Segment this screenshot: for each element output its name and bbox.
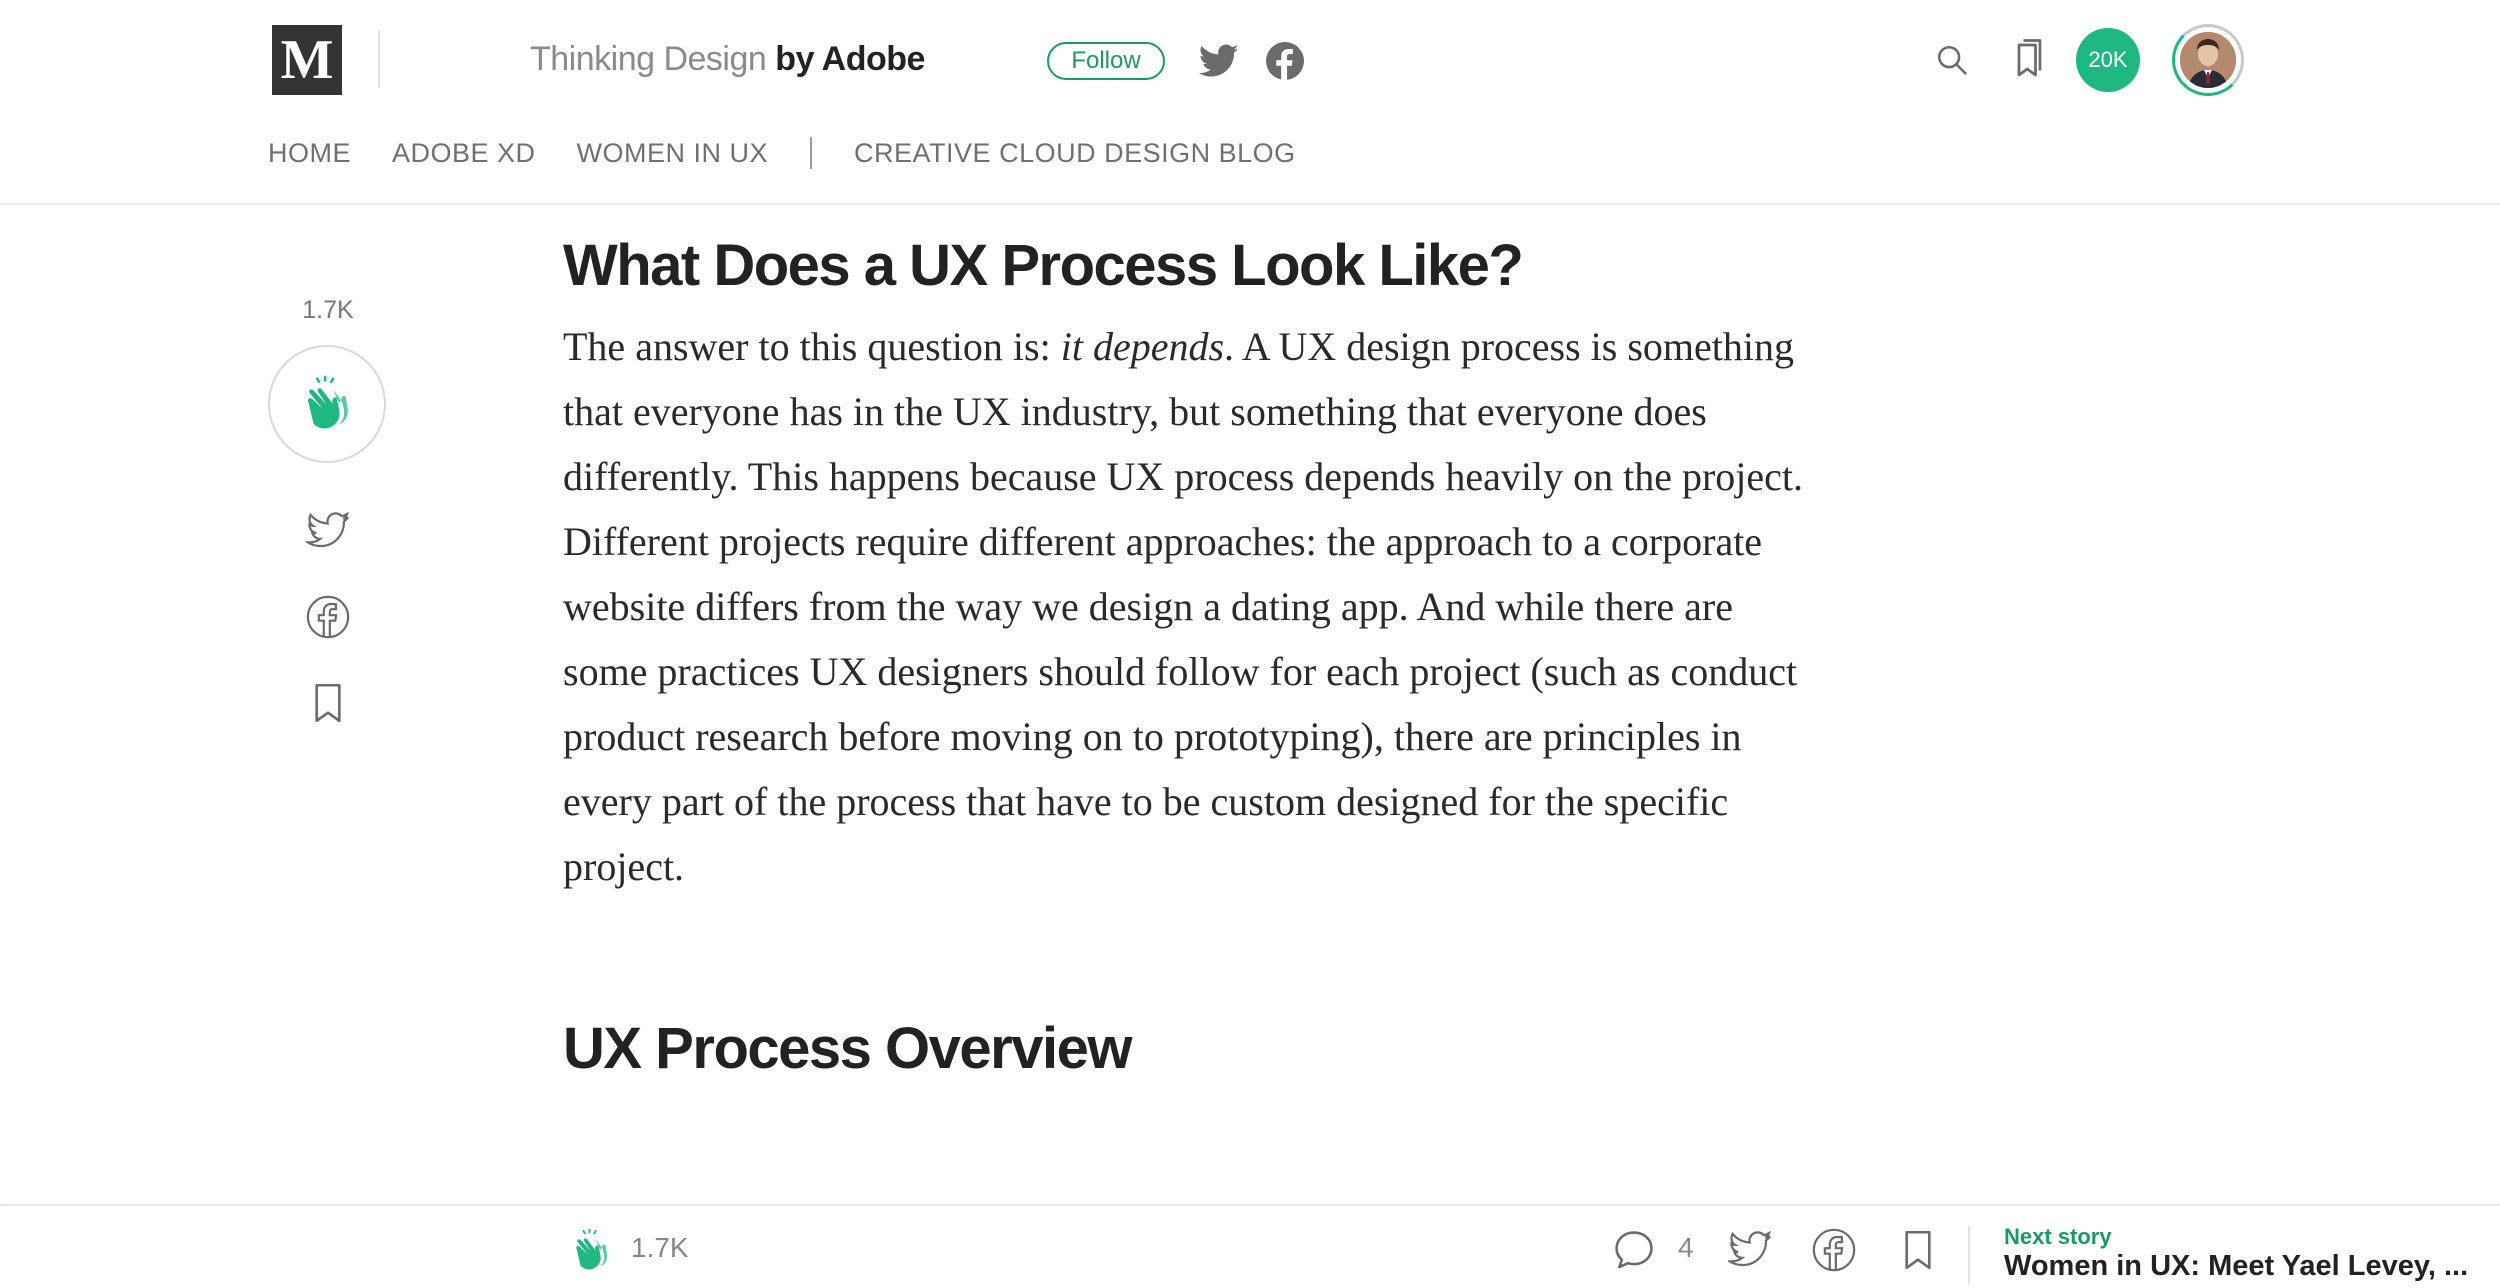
bottom-clap-count: 1.7K: [631, 1232, 689, 1263]
comment-count: 4: [1678, 1232, 1694, 1263]
paragraph-line: every part of the process that have to b…: [563, 779, 1729, 824]
site-header: M Thinking Design by Adobe Follow 20K HO…: [0, 0, 2500, 205]
rail-clap-button[interactable]: [268, 345, 386, 463]
twitter-icon[interactable]: [1724, 1224, 1776, 1276]
paragraph-line: website differs from the way we design a…: [563, 584, 1733, 629]
rail-twitter-icon[interactable]: [300, 503, 356, 559]
section-heading-ux-process: What Does a UX Process Look Like?: [563, 233, 1524, 298]
bookmarks-icon[interactable]: [2006, 36, 2050, 84]
rail-facebook-icon[interactable]: [300, 589, 356, 645]
avatar: [2180, 32, 2236, 88]
nav-item-creative-cloud-design-blog[interactable]: CREATIVE CLOUD DESIGN BLOG: [854, 138, 1296, 169]
article-paragraph: The answer to this question is: it depen…: [563, 314, 1963, 899]
paragraph-line: Different projects require different app…: [563, 519, 1763, 564]
bottom-bar-divider: [1968, 1226, 1970, 1284]
bookmark-icon[interactable]: [1892, 1224, 1944, 1276]
emphasis-it-depends: it depends: [1060, 324, 1225, 369]
bottom-action-bar: 1.7K 4 Next story Women in UX: Meet Yael…: [0, 1204, 2500, 1288]
section-heading-overview: UX Process Overview: [563, 1016, 1132, 1081]
nav-item-adobe-xd[interactable]: ADOBE XD: [392, 138, 536, 169]
comment-icon[interactable]: [1608, 1224, 1660, 1276]
paragraph-line: differently. This happens because UX pro…: [563, 454, 1803, 499]
next-story-label[interactable]: Next story: [2004, 1224, 2112, 1250]
logo-divider: [378, 30, 380, 88]
clap-icon: [296, 371, 358, 438]
bottom-clap-button[interactable]: [566, 1226, 616, 1276]
publication-name-light: Thinking Design: [530, 39, 767, 78]
nav-item-home[interactable]: HOME: [268, 138, 351, 169]
follow-button[interactable]: Follow: [1047, 42, 1165, 80]
publication-nav: HOME ADOBE XD WOMEN IN UX CREATIVE CLOUD…: [268, 135, 1337, 171]
paragraph-line: that everyone has in the UX industry, bu…: [563, 389, 1707, 434]
facebook-icon[interactable]: [1262, 38, 1308, 84]
rail-bookmark-icon[interactable]: [300, 675, 356, 731]
paragraph-line: some practices UX designers should follo…: [563, 649, 1798, 694]
publication-name[interactable]: Thinking Design by Adobe: [530, 34, 925, 84]
clap-icon: [567, 1225, 615, 1278]
paragraph-line: product research before moving on to pro…: [563, 714, 1742, 759]
search-icon[interactable]: [1930, 38, 1974, 82]
rail-clap-count: 1.7K: [302, 296, 354, 324]
logo-letter: M: [280, 29, 334, 91]
paragraph-line: The answer to this question is: it depen…: [563, 324, 1795, 369]
nav-item-women-in-ux[interactable]: WOMEN IN UX: [577, 138, 769, 169]
twitter-icon[interactable]: [1196, 38, 1242, 84]
paragraph-line: project.: [563, 844, 685, 889]
followers-badge[interactable]: 20K: [2076, 28, 2140, 92]
article-body: What Does a UX Process Look Like? The an…: [563, 230, 1963, 1081]
next-story-title[interactable]: Women in UX: Meet Yael Levey, ...: [2004, 1250, 2474, 1283]
medium-logo[interactable]: M: [272, 25, 342, 95]
publication-name-dark: by Adobe: [775, 39, 925, 78]
user-avatar-button[interactable]: [2172, 24, 2244, 96]
nav-separator: [810, 137, 813, 169]
facebook-icon[interactable]: [1808, 1224, 1860, 1276]
